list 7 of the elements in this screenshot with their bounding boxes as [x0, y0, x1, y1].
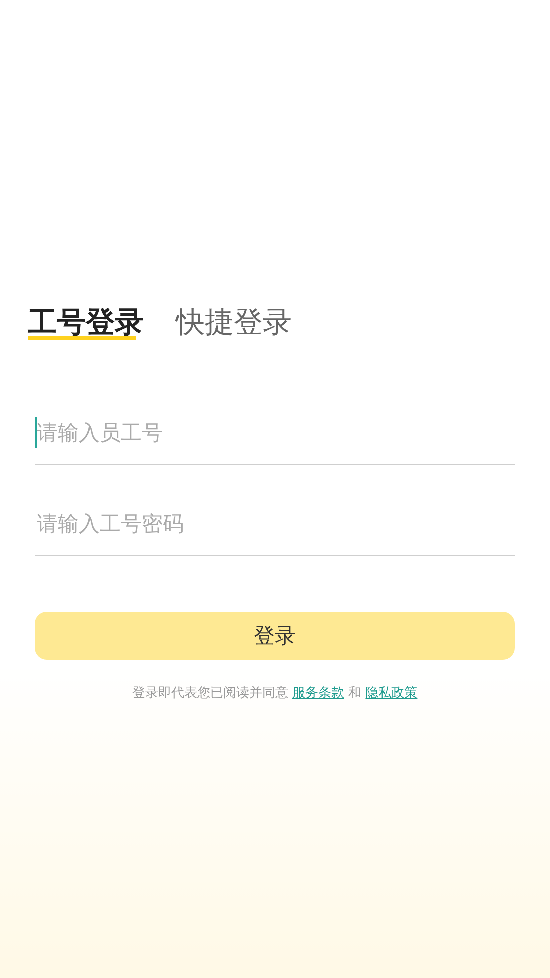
- agreement-text: 登录即代表您已阅读并同意 服务条款 和 隐私政策: [131, 685, 419, 702]
- input-field[interactable]: 请输入员工号: [35, 416, 515, 450]
- tab[interactable]: 快捷登录: [176, 300, 292, 344]
- input-field[interactable]: 请输入工号密码: [35, 507, 515, 541]
- link[interactable]: 服务条款: [292, 686, 344, 701]
- login-button[interactable]: 登录: [35, 612, 515, 660]
- link[interactable]: 隐私政策: [366, 686, 418, 701]
